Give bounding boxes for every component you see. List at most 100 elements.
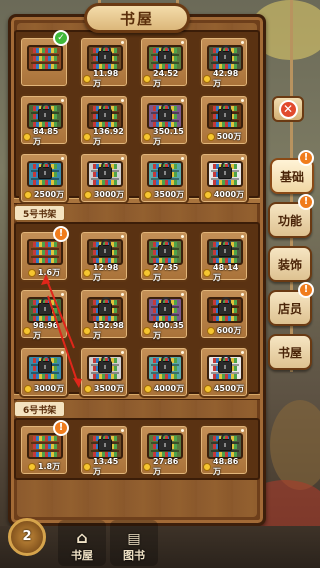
lock-icon [38,103,52,121]
tile-corner-dot [61,293,64,296]
lock-icon [158,103,172,121]
shelf-item-tile[interactable]: 48.14万 [199,230,249,282]
lock-icon [158,239,172,257]
shelf-item-tile[interactable]: 4000万 [139,346,189,398]
page-title: 书屋 [119,9,154,28]
item-price-label: 84.85万 [33,126,59,146]
book-icon: ▤ [127,531,141,547]
item-price-label: 2500万 [33,190,65,199]
book-row [33,452,57,457]
shelf-item-tile[interactable]: 27.86万 [139,424,189,476]
tile-corner-dot [61,157,64,160]
shelf-item-tile[interactable]: 24.52万 [139,36,189,88]
item-price: 12.98万 [83,263,125,282]
book-row [33,64,57,69]
lock-icon [158,45,172,63]
shelf-item-tile[interactable]: 12.98万 [79,230,129,282]
item-price: 84.85万 [23,127,65,146]
item-price: 48.14万 [203,263,245,282]
item-price: 24.52万 [143,69,185,88]
shelf-item-tile[interactable]: 1.8万! [19,420,69,476]
bottom-nav-label: 图书 [123,549,145,562]
item-price: 4000万 [203,189,245,200]
coin-icon [23,132,31,141]
tabs-rope [290,0,293,96]
item-price-label: 1.8万 [37,462,61,471]
tile-corner-dot [121,99,124,102]
coin-icon [83,132,91,141]
shelf-item-tile[interactable]: 98.96万 [19,288,69,340]
tile-corner-dot [241,99,244,102]
coin-icon [143,384,152,393]
coin-icon [143,190,152,199]
coin-icon [203,462,211,471]
shelf-item-tile[interactable]: 48.86万 [199,424,249,476]
side-tab-label: 装饰 [277,257,302,272]
item-price: 27.35万 [143,263,185,282]
tile-corner-dot [61,99,64,102]
book-row [33,242,57,247]
shelf-item-tile[interactable]: 400.35万 [139,288,189,340]
item-price-label: 48.14万 [213,262,239,282]
lock-icon [218,161,232,179]
shelf-item-tile[interactable]: 13.45万 [79,424,129,476]
item-price: 11.98万 [83,69,125,88]
book-row [153,180,177,185]
shelf-item-tile[interactable]: 11.98万 [79,36,129,88]
shelf-item-tile[interactable]: 2500万 [19,152,69,204]
item-price-label: 13.45万 [93,456,119,476]
level-badge[interactable]: 2 [8,518,46,556]
coin-icon [83,268,91,277]
bottom-bar [0,526,320,568]
shelf-item-tile[interactable]: 152.98万 [79,288,129,340]
lock-icon [218,355,232,373]
item-price-label: 350.15万 [153,126,184,146]
tile-corner-dot [121,41,124,44]
shelf-item-tile[interactable]: 3500万 [79,346,129,398]
shelf-item-tile[interactable]: 4500万 [199,346,249,398]
coin-icon [83,74,91,83]
tile-corner-dot [121,351,124,354]
book-row [33,250,57,255]
shelf-item-tile[interactable]: 600万 [199,288,249,340]
shelf-item-tile[interactable]: ✓ [19,30,69,88]
shelf-item-tile[interactable]: 27.35万 [139,230,189,282]
shelf-item-tile[interactable]: 3000万 [19,346,69,398]
panel-title-plate: 书屋 [84,3,190,33]
bottom-nav-books[interactable]: ▤ 图书 [110,520,158,566]
item-price-label: 11.98万 [93,68,119,88]
coin-icon [23,190,32,199]
item-price: 13.45万 [83,457,125,476]
shelf-item-tile[interactable]: 3500万 [139,152,189,204]
shelf-item-tile[interactable]: 42.98万 [199,36,249,88]
item-price-label: 3000万 [33,384,65,393]
shelf-item-tile[interactable]: 4000万 [199,152,249,204]
shelf-item-tile[interactable]: 350.15万 [139,94,189,146]
book-row [33,48,57,53]
shelf-item-tile[interactable]: 500万 [199,94,249,146]
tile-corner-dot [121,157,124,160]
coin-icon [83,384,92,393]
lock-icon [98,433,112,451]
item-price-label: 400.35万 [153,320,184,340]
side-tab-2[interactable]: 装饰 [268,246,312,282]
item-price: 27.86万 [143,457,185,476]
item-price-label: 4500万 [213,384,245,393]
item-price: 600万 [203,325,245,336]
close-button[interactable]: ✕ [272,96,304,122]
side-tab-4[interactable]: 书屋 [268,334,312,370]
coin-icon [143,268,151,277]
book-row [93,374,117,379]
shelf-item-tile[interactable]: 84.85万 [19,94,69,146]
shelf-item-tile[interactable]: 1.6万! [19,226,69,282]
coin-icon [143,462,151,471]
coin-icon [83,326,91,335]
coin-icon [203,268,211,277]
lock-icon [158,433,172,451]
exclamation-icon: ! [298,194,314,210]
bottom-nav-bookstore[interactable]: ⌂ 书屋 [58,520,106,566]
shelf-item-tile[interactable]: 3000万 [79,152,129,204]
shelf-item-tile[interactable]: 136.92万 [79,94,129,146]
bookcase-icon [27,239,63,265]
book-row [213,180,237,185]
